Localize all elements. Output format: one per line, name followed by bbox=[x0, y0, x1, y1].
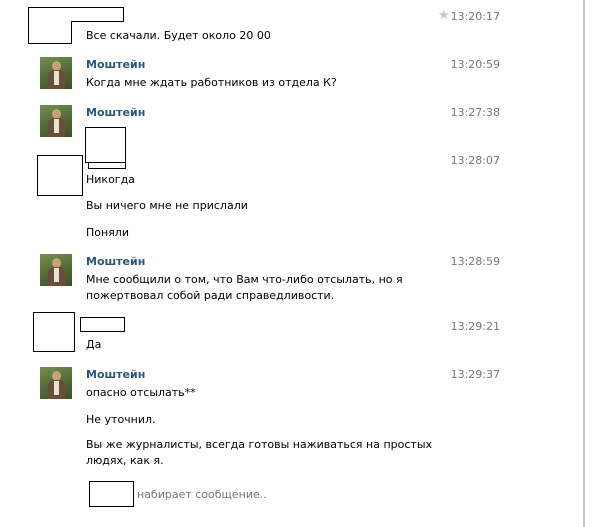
message-time: 13:20:59 bbox=[450, 58, 500, 71]
author-name[interactable]: Моштейн bbox=[86, 368, 145, 381]
message-text: опасно отсылать** bbox=[86, 386, 196, 399]
scrollbar[interactable] bbox=[583, 0, 585, 527]
typing-indicator: набирает сообщение.. bbox=[137, 488, 267, 501]
message-time: 13:29:21 bbox=[450, 320, 500, 333]
message-text: Да bbox=[86, 338, 102, 351]
message-time: 13:28:07 bbox=[450, 154, 500, 167]
message-text: Вы же журналисты, всегда готовы наживать… bbox=[86, 438, 433, 467]
message-text: Мне сообщили о том, что Вам что-либо отс… bbox=[86, 273, 403, 302]
attachment-caption[interactable] bbox=[88, 162, 126, 169]
message-text: Когда мне ждать работников из отдела К? bbox=[86, 76, 337, 89]
avatar[interactable] bbox=[40, 57, 72, 89]
avatar[interactable] bbox=[40, 254, 72, 286]
avatar[interactable] bbox=[37, 155, 83, 196]
typing-user-redacted[interactable] bbox=[89, 481, 134, 507]
message-text: Все скачали. Будет около 20 00 bbox=[86, 29, 271, 42]
avatar[interactable] bbox=[40, 105, 72, 137]
message-time: 13:29:37 bbox=[450, 368, 500, 381]
message-text: Вы ничего мне не прислали bbox=[86, 199, 248, 212]
avatar[interactable] bbox=[40, 367, 72, 399]
message-text: Никогда bbox=[86, 173, 135, 186]
message-time: 13:27:38 bbox=[450, 106, 500, 119]
author-name-redacted[interactable] bbox=[80, 317, 125, 332]
message-text: Поняли bbox=[86, 226, 129, 239]
avatar[interactable] bbox=[28, 7, 72, 44]
star-icon[interactable]: ★ bbox=[438, 9, 450, 22]
message-time: 13:20:17 bbox=[450, 10, 500, 23]
message-text: Не уточнил. bbox=[86, 413, 156, 426]
author-name[interactable]: Моштейн bbox=[86, 255, 145, 268]
avatar[interactable] bbox=[33, 312, 75, 352]
message-time: 13:28:59 bbox=[450, 255, 500, 268]
author-name[interactable]: Моштейн bbox=[86, 106, 145, 119]
author-name-redacted[interactable] bbox=[71, 7, 124, 22]
attachment-thumbnail[interactable] bbox=[85, 127, 126, 163]
author-name[interactable]: Моштейн bbox=[86, 58, 145, 71]
